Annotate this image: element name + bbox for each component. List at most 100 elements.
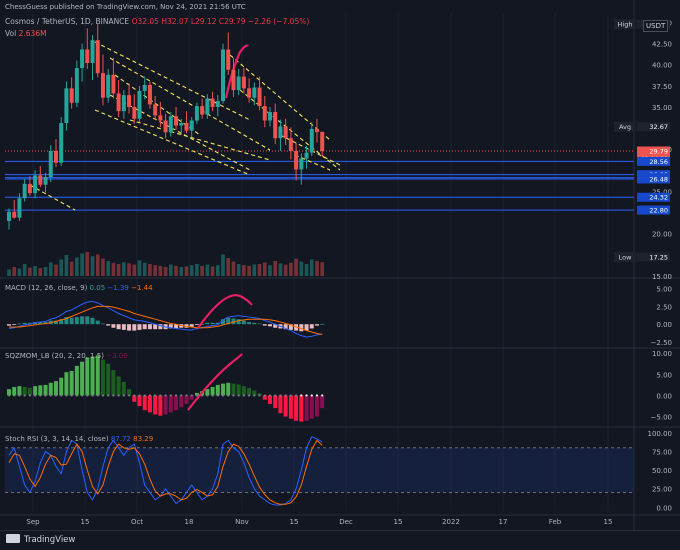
volume-bar	[205, 264, 210, 276]
volume-label: Vol	[5, 29, 17, 38]
candle-body	[111, 74, 116, 94]
volume-bar	[75, 257, 79, 276]
volume-bar	[80, 253, 84, 276]
time-axis-label: 18	[185, 518, 194, 526]
squeeze-dot	[65, 394, 68, 397]
volume-bar	[273, 261, 278, 276]
sqzmom-bar	[294, 395, 299, 421]
volume-bar	[184, 266, 189, 276]
price-label-value: 28.56	[649, 158, 668, 166]
sqzmom-value: −3.00	[106, 352, 128, 360]
candle-body	[294, 150, 299, 170]
candle-body	[121, 95, 126, 112]
candle-body	[205, 98, 210, 115]
sqzmom-bar	[106, 363, 111, 396]
macd-histogram-bar	[241, 320, 246, 325]
sqzmom-bar	[153, 395, 158, 415]
candle-body	[288, 138, 293, 151]
sqzmom-bar	[90, 356, 95, 396]
candle-body	[200, 106, 205, 115]
sqzmom-bar	[314, 395, 319, 417]
macd-histogram-bar	[90, 317, 95, 325]
price-label-value: 32.67	[649, 123, 668, 131]
candle-body	[7, 211, 11, 222]
volume-bar	[148, 264, 152, 276]
axis-tick-label: 42.50	[652, 41, 672, 49]
volume-bar	[252, 264, 257, 276]
squeeze-dot	[185, 394, 188, 397]
squeeze-dot	[13, 394, 16, 397]
sqzmom-bar	[59, 377, 64, 396]
candle-body	[314, 128, 319, 132]
footer-bar: TradingView	[0, 530, 680, 550]
volume-bar	[236, 264, 241, 276]
squeeze-dot	[232, 394, 235, 397]
sqzmom-bar	[17, 386, 22, 396]
macd-histogram-bar	[262, 324, 267, 326]
candle-body	[320, 131, 325, 152]
volume-bar	[64, 255, 69, 276]
squeeze-dot	[86, 394, 89, 397]
macd-line-value: −1.39	[107, 284, 129, 292]
sqzmom-bar	[184, 395, 189, 404]
squeeze-dot	[305, 394, 308, 397]
sqzmom-bar	[278, 395, 283, 414]
ohlc-values: O32.05 H32.07 L29.12 C29.79 −2.26 (−7.05…	[131, 17, 310, 26]
macd-histogram-bar	[205, 322, 210, 325]
squeeze-dot	[91, 394, 94, 397]
axis-tick-label: 2.50	[656, 303, 672, 311]
sqzmom-bar	[226, 382, 231, 396]
squeeze-dot	[227, 394, 230, 397]
macd-histogram-bar	[194, 324, 199, 325]
sqzmom-bar	[299, 395, 304, 422]
squeeze-dot	[18, 394, 21, 397]
sqzmom-bar	[268, 395, 272, 404]
time-axis: Sep 15 Oct 18 Nov 15 Dec 15 2022 17 Feb 15	[26, 518, 612, 526]
tradingview-logo[interactable]: TradingView	[6, 534, 75, 545]
sqzmom-bar	[111, 370, 116, 396]
squeeze-dot	[169, 394, 172, 397]
axis-tick-label: −2.50	[651, 339, 672, 347]
macd-histogram-bar	[142, 324, 147, 330]
volume-bar	[169, 264, 173, 276]
macd-series-line	[8, 300, 323, 338]
sqzmom-bar	[80, 361, 85, 396]
candle-body	[153, 104, 158, 116]
sqzmom-bar	[320, 395, 325, 409]
currency-badge[interactable]: USDT	[643, 20, 669, 32]
candle-body	[215, 101, 220, 107]
candle-body	[163, 120, 168, 133]
candle-body	[257, 87, 262, 107]
macd-histogram-bar	[116, 324, 121, 330]
squeeze-dot	[138, 394, 141, 397]
sqzmom-bar	[74, 365, 79, 396]
macd-histogram-bar	[320, 323, 325, 325]
squeeze-dot	[263, 394, 266, 397]
volume-bar	[12, 267, 17, 276]
macd-histogram-bar	[111, 324, 116, 328]
squeeze-dot	[310, 394, 313, 397]
volume-bar	[95, 254, 100, 276]
time-axis-label: 15	[394, 518, 403, 526]
sqzmom-bar	[241, 386, 246, 396]
squeeze-dot	[96, 394, 99, 397]
axis-tick-label: 10.00	[652, 350, 672, 358]
stoch-band-fill	[5, 447, 634, 493]
macd-histogram-bar	[257, 323, 262, 325]
volume-bar	[195, 264, 199, 276]
sqzmom-pane	[7, 353, 325, 422]
axis-tick-label: 0.00	[656, 504, 672, 512]
volume-bar	[48, 262, 53, 276]
macd-histogram-bar	[147, 324, 152, 330]
time-axis-label: 15	[604, 518, 613, 526]
sqzmom-bar	[22, 387, 27, 396]
volume-bar	[179, 267, 184, 276]
sqzmom-bar	[215, 384, 220, 396]
candle-body	[236, 76, 241, 91]
sqzmom-bar	[53, 381, 58, 396]
macd-histogram-bar	[85, 316, 90, 325]
volume-bar	[226, 258, 231, 276]
squeeze-dot	[237, 394, 240, 397]
candle-body	[137, 90, 142, 119]
candle-body	[38, 175, 43, 185]
